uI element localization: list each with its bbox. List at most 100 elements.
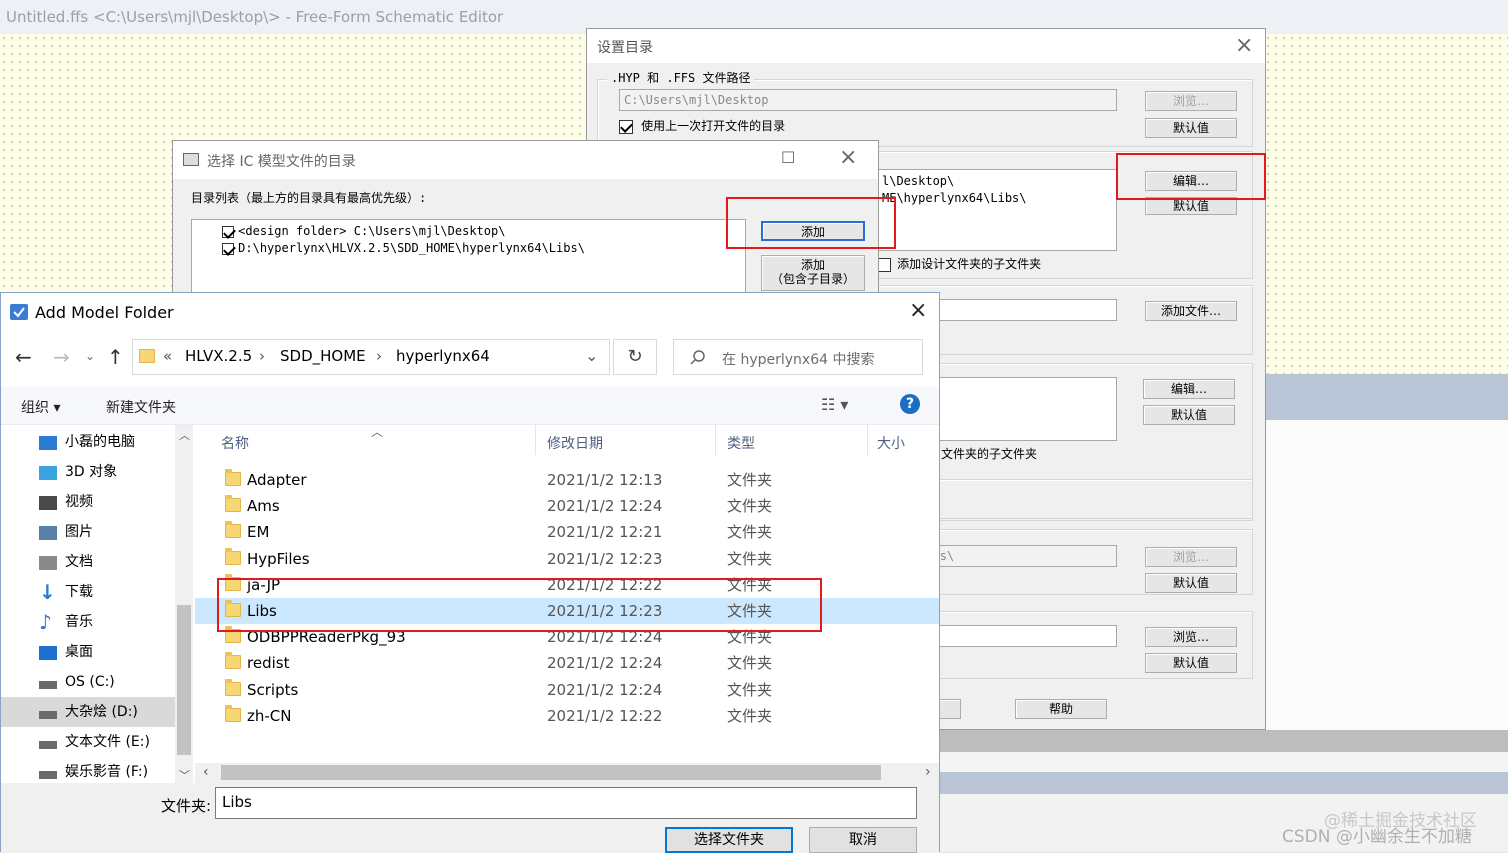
browse-button[interactable]: 浏览… [1145, 91, 1237, 111]
folder-icon [225, 678, 241, 696]
nav-item[interactable]: 娱乐影音 (F:) [1, 757, 175, 783]
table-row[interactable]: redist 2021/1/2 12:24 文件夹 [195, 650, 939, 676]
browse-button[interactable]: 浏览… [1145, 627, 1237, 647]
table-row[interactable]: HypFiles 2021/1/2 12:23 文件夹 [195, 546, 939, 572]
file-name: EM [247, 523, 270, 542]
nav-item[interactable]: 文本文件 (E:) [1, 727, 175, 757]
column-size[interactable]: 大小 [877, 433, 905, 453]
list-item[interactable]: D:\hyperlynx\HLVX.2.5\SDD_HOME\hyperlynx… [222, 241, 585, 256]
checkbox-icon[interactable] [619, 119, 633, 134]
help-icon[interactable]: ? [900, 394, 920, 414]
file-type: 文件夹 [727, 497, 773, 516]
default-button[interactable]: 默认值 [1145, 653, 1237, 673]
file-type: 文件夹 [727, 654, 773, 673]
forward-arrow-icon[interactable]: → [53, 345, 70, 369]
breadcrumb-hlvx[interactable]: HLVX.2.5 [185, 347, 252, 365]
nav-item-label: 大杂烩 (D:) [65, 704, 138, 720]
folder-dialog-title: Add Model Folder [35, 303, 174, 322]
search-input[interactable]: 在 hyperlynx64 中搜索 [673, 339, 923, 375]
default-button[interactable]: 默认值 [1143, 405, 1235, 425]
nav-scrollbar[interactable]: ︿ ﹀ [175, 425, 193, 783]
edit-button[interactable]: 编辑… [1143, 379, 1235, 399]
table-row[interactable]: EM 2021/1/2 12:21 文件夹 [195, 519, 939, 545]
back-arrow-icon[interactable]: ← [15, 345, 32, 369]
scroll-up-icon[interactable]: ︿ [179, 427, 190, 443]
nav-item[interactable]: 视频 [1, 487, 175, 517]
add-file-button[interactable]: 添加文件… [1145, 301, 1237, 321]
ic-dir-list[interactable]: l\Desktop\ ME\hyperlynx64\Libs\ [877, 169, 1117, 251]
horizontal-scrollbar[interactable]: ‹ › [195, 763, 939, 783]
file-name: Ams [247, 497, 280, 516]
nav-item[interactable]: 文档 [1, 547, 175, 577]
column-date[interactable]: 修改日期 [547, 433, 603, 453]
breadcrumb-hyperlynx64[interactable]: hyperlynx64 [396, 347, 490, 365]
column-type[interactable]: 类型 [727, 433, 755, 453]
chevron-down-icon[interactable]: ⌄ [585, 346, 598, 365]
organize-menu[interactable]: 组织 ▾ [21, 397, 60, 417]
add-with-subdirs-button[interactable]: 添加 （包含子目录） [761, 255, 865, 291]
settings-titlebar: 设置目录 × [587, 29, 1265, 63]
folder-name-input[interactable]: Libs [215, 787, 917, 819]
scroll-thumb[interactable] [177, 605, 191, 755]
table-row[interactable]: Ams 2021/1/2 12:24 文件夹 [195, 493, 939, 519]
table-row[interactable]: zh-CN 2021/1/2 12:22 文件夹 [195, 703, 939, 729]
scroll-right-icon[interactable]: › [925, 764, 931, 780]
add-subfolder-option[interactable]: 添加设计文件夹的子文件夹 [877, 255, 1041, 272]
dir-list-label: 目录列表（最上方的目录具有最高优先级）: [191, 191, 427, 205]
nav-item[interactable]: 3D 对象 [1, 457, 175, 487]
nav-item[interactable]: ↓ 下载 [1, 577, 175, 607]
checkbox-label: 使用上一次打开文件的目录 [641, 119, 786, 133]
list-item[interactable]: <design folder> C:\Users\mjl\Desktop\ [222, 224, 505, 239]
column-divider[interactable] [867, 425, 868, 455]
app-panel [940, 752, 1508, 772]
up-arrow-icon[interactable]: ↑ [107, 345, 124, 369]
scroll-left-icon[interactable]: ‹ [203, 764, 209, 780]
app-scrollbar[interactable] [940, 730, 1508, 752]
highlight-box [217, 578, 822, 632]
nav-item[interactable]: OS (C:) [1, 667, 175, 697]
view-options-icon[interactable]: ☷ ▾ [821, 395, 848, 414]
refresh-icon[interactable]: ↻ [613, 339, 657, 375]
app-icon [10, 304, 28, 320]
nav-item[interactable]: 桌面 [1, 637, 175, 667]
default-button[interactable]: 默认值 [1145, 118, 1237, 138]
nav-item-label: 文档 [65, 554, 93, 570]
select-folder-button[interactable]: 选择文件夹 [665, 827, 793, 853]
file-type: 文件夹 [727, 523, 773, 542]
desktop-icon [39, 646, 57, 660]
nav-item[interactable]: 小磊的电脑 [1, 427, 175, 457]
default-button[interactable]: 默认值 [1145, 573, 1237, 593]
maximize-icon[interactable]: ☐ [781, 148, 795, 167]
music-icon: ♪ [39, 610, 52, 634]
checkbox-icon[interactable] [877, 257, 891, 272]
browse-button[interactable]: 浏览… [1145, 547, 1237, 567]
scroll-thumb[interactable] [221, 765, 881, 780]
use-last-dir-option[interactable]: 使用上一次打开文件的目录 [619, 117, 785, 134]
overflow-chevron-icon[interactable]: « [163, 347, 172, 365]
checkbox-icon[interactable] [222, 225, 234, 238]
table-row[interactable]: Scripts 2021/1/2 12:24 文件夹 [195, 677, 939, 703]
close-icon[interactable]: × [1235, 33, 1253, 58]
breadcrumb-sdd-home[interactable]: SDD_HOME [280, 347, 366, 365]
close-icon[interactable]: × [909, 298, 927, 323]
hyp-path-field[interactable]: C:\Users\mjl\Desktop [619, 89, 1117, 111]
nav-item[interactable]: ♪ 音乐 [1, 607, 175, 637]
column-divider[interactable] [715, 425, 716, 455]
column-divider[interactable] [535, 425, 536, 455]
recent-chevron-icon[interactable]: ⌄ [85, 349, 95, 363]
close-icon[interactable]: × [839, 145, 857, 170]
new-folder-button[interactable]: 新建文件夹 [106, 397, 176, 417]
drive-icon [39, 681, 57, 689]
checkbox-icon[interactable] [222, 242, 234, 255]
column-name[interactable]: 名称 [221, 433, 249, 453]
file-name: Adapter [247, 471, 307, 489]
nav-item[interactable]: 大杂烩 (D:) [1, 697, 175, 727]
address-bar[interactable]: « HLVX.2.5 › SDD_HOME › hyperlynx64 ⌄ [132, 339, 610, 375]
cancel-button[interactable]: 取消 [809, 827, 917, 853]
scroll-down-icon[interactable]: ﹀ [179, 767, 190, 783]
nav-item[interactable]: 图片 [1, 517, 175, 547]
help-button[interactable]: 帮助 [1015, 699, 1107, 719]
navigation-pane[interactable]: 小磊的电脑 3D 对象 视频 图片文档 ↓ 下载 ♪ 音乐 桌面 OS (C:) 大杂烩 (D:) 文… [1, 425, 193, 783]
table-row[interactable]: Adapter 2021/1/2 12:13 文件夹 [195, 467, 939, 493]
nav-item-label: 小磊的电脑 [65, 434, 135, 450]
